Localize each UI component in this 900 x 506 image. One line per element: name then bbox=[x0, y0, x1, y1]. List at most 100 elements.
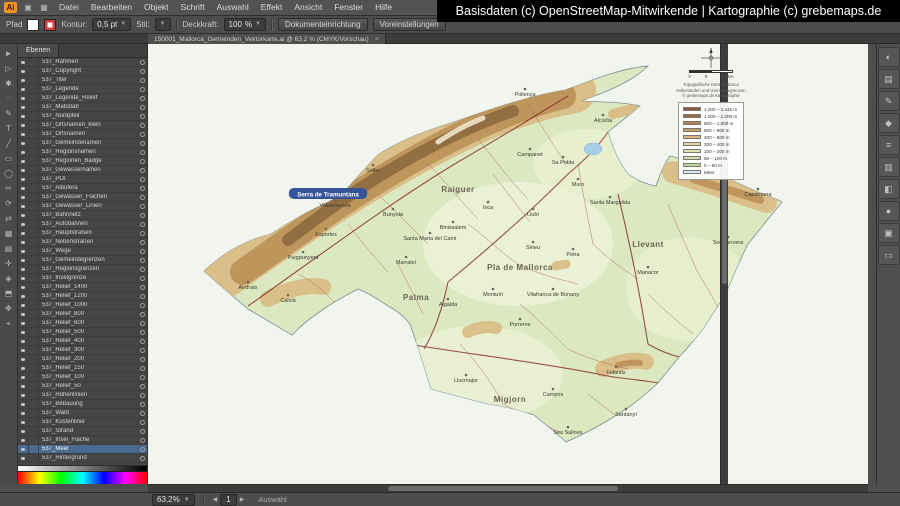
target-circle-icon[interactable] bbox=[138, 276, 147, 281]
visibility-eye-icon[interactable] bbox=[18, 418, 29, 426]
target-circle-icon[interactable] bbox=[138, 366, 147, 371]
visibility-eye-icon[interactable] bbox=[18, 202, 29, 210]
lock-toggle[interactable] bbox=[29, 400, 39, 408]
swatches-panel-icon[interactable]: ▤ bbox=[878, 69, 900, 89]
lock-toggle[interactable] bbox=[29, 103, 39, 111]
lock-toggle[interactable] bbox=[29, 58, 39, 66]
target-circle-icon[interactable] bbox=[138, 213, 147, 218]
target-circle-icon[interactable] bbox=[138, 96, 147, 101]
previous-artboard-icon[interactable]: ◀ bbox=[213, 496, 218, 503]
layer-row[interactable]: 537_Relief_400 bbox=[18, 337, 147, 346]
ellipse-tool[interactable]: ◯ bbox=[1, 166, 17, 181]
menu-bearbeiten[interactable]: Bearbeiten bbox=[85, 0, 138, 15]
close-icon[interactable]: × bbox=[375, 36, 379, 43]
layer-row[interactable]: 537_Copyright bbox=[18, 67, 147, 76]
lock-toggle[interactable] bbox=[29, 364, 39, 372]
target-circle-icon[interactable] bbox=[138, 78, 147, 83]
lock-toggle[interactable] bbox=[29, 112, 39, 120]
layer-row[interactable]: 537_Nebenstraßen bbox=[18, 238, 147, 247]
layer-row[interactable]: 537_Wald bbox=[18, 409, 147, 418]
artboard-tool[interactable]: ⬒ bbox=[1, 286, 17, 301]
visibility-eye-icon[interactable] bbox=[18, 400, 29, 408]
target-circle-icon[interactable] bbox=[138, 123, 147, 128]
visibility-eye-icon[interactable] bbox=[18, 409, 29, 417]
stroke-swatch[interactable] bbox=[44, 19, 56, 31]
target-circle-icon[interactable] bbox=[138, 393, 147, 398]
lock-toggle[interactable] bbox=[29, 85, 39, 93]
horizontal-scrollbar[interactable] bbox=[148, 484, 868, 492]
mesh-tool[interactable]: ▦ bbox=[1, 226, 17, 241]
layer-row[interactable]: 537_Regionen_Badge bbox=[18, 157, 147, 166]
lock-toggle[interactable] bbox=[29, 148, 39, 156]
layer-row[interactable]: 537_Insel_Fläche bbox=[18, 436, 147, 445]
tab-layers[interactable]: Ebenen bbox=[18, 44, 59, 57]
lock-toggle[interactable] bbox=[29, 256, 39, 264]
visibility-eye-icon[interactable] bbox=[18, 67, 29, 75]
layer-row[interactable]: 537_Albufera bbox=[18, 184, 147, 193]
lock-toggle[interactable] bbox=[29, 292, 39, 300]
visibility-eye-icon[interactable] bbox=[18, 265, 29, 273]
visibility-eye-icon[interactable] bbox=[18, 157, 29, 165]
visibility-eye-icon[interactable] bbox=[18, 112, 29, 120]
layer-row[interactable]: 537_Relief_200 bbox=[18, 355, 147, 364]
artboard-number[interactable]: 1 bbox=[220, 494, 236, 506]
visibility-eye-icon[interactable] bbox=[18, 220, 29, 228]
target-circle-icon[interactable] bbox=[138, 231, 147, 236]
menu-hilfe[interactable]: Hilfe bbox=[369, 0, 398, 15]
visibility-eye-icon[interactable] bbox=[18, 58, 29, 66]
visibility-eye-icon[interactable] bbox=[18, 193, 29, 201]
artboards-panel-icon[interactable]: ▭ bbox=[878, 245, 900, 265]
menu-datei[interactable]: Datei bbox=[53, 0, 85, 15]
eyedropper-tool[interactable]: ✛ bbox=[1, 256, 17, 271]
visibility-eye-icon[interactable] bbox=[18, 184, 29, 192]
visibility-eye-icon[interactable] bbox=[18, 175, 29, 183]
layer-row[interactable]: 537_Bahnnetz bbox=[18, 211, 147, 220]
visibility-eye-icon[interactable] bbox=[18, 211, 29, 219]
target-circle-icon[interactable] bbox=[138, 402, 147, 407]
layer-row[interactable]: 537_Titel bbox=[18, 76, 147, 85]
visibility-eye-icon[interactable] bbox=[18, 364, 29, 372]
visibility-eye-icon[interactable] bbox=[18, 139, 29, 147]
layer-row[interactable]: 537_Relief_600 bbox=[18, 319, 147, 328]
lock-toggle[interactable] bbox=[29, 94, 39, 102]
target-circle-icon[interactable] bbox=[138, 204, 147, 209]
layer-row[interactable]: 537_Relief_1000 bbox=[18, 301, 147, 310]
menu-fenster[interactable]: Fenster bbox=[328, 0, 369, 15]
target-circle-icon[interactable] bbox=[138, 429, 147, 434]
layer-row[interactable]: 537_Meer bbox=[18, 445, 147, 454]
target-circle-icon[interactable] bbox=[138, 69, 147, 74]
lock-toggle[interactable] bbox=[29, 265, 39, 273]
visibility-eye-icon[interactable] bbox=[18, 310, 29, 318]
color-panel-icon[interactable]: ◐ bbox=[878, 47, 900, 67]
layer-row[interactable]: 537_Regionsnamen bbox=[18, 148, 147, 157]
visibility-eye-icon[interactable] bbox=[18, 229, 29, 237]
layer-row[interactable]: 537_Gemeindegrenzen bbox=[18, 256, 147, 265]
visibility-eye-icon[interactable] bbox=[18, 256, 29, 264]
lock-toggle[interactable] bbox=[29, 445, 39, 453]
target-circle-icon[interactable] bbox=[138, 294, 147, 299]
target-circle-icon[interactable] bbox=[138, 447, 147, 452]
visibility-eye-icon[interactable] bbox=[18, 319, 29, 327]
layer-row[interactable]: 537_Küstenlinie bbox=[18, 418, 147, 427]
layer-row[interactable]: 537_Maßstab bbox=[18, 103, 147, 112]
target-circle-icon[interactable] bbox=[138, 267, 147, 272]
color-spectrum[interactable] bbox=[18, 471, 147, 484]
layer-row[interactable]: 537_Relief_150 bbox=[18, 364, 147, 373]
layer-row[interactable]: 537_Relief_300 bbox=[18, 346, 147, 355]
layer-row[interactable]: 537_Gewässernamen bbox=[18, 166, 147, 175]
next-artboard-icon[interactable]: ▶ bbox=[240, 496, 245, 503]
visibility-eye-icon[interactable] bbox=[18, 355, 29, 363]
visibility-eye-icon[interactable] bbox=[18, 76, 29, 84]
lock-toggle[interactable] bbox=[29, 283, 39, 291]
hand-tool[interactable]: ✥ bbox=[1, 301, 17, 316]
layer-row[interactable]: 537_Strand bbox=[18, 427, 147, 436]
scale-tool[interactable]: ⇄ bbox=[1, 211, 17, 226]
layer-row[interactable]: 537_Relief_50 bbox=[18, 382, 147, 391]
lock-toggle[interactable] bbox=[29, 193, 39, 201]
layer-row[interactable]: 537_Ortsnamen bbox=[18, 130, 147, 139]
layer-row[interactable]: 537_Gewässer_Linien bbox=[18, 202, 147, 211]
target-circle-icon[interactable] bbox=[138, 150, 147, 155]
lock-toggle[interactable] bbox=[29, 337, 39, 345]
gradient-panel-icon[interactable]: ▥ bbox=[878, 157, 900, 177]
zoom-level-dropdown[interactable]: 63,2%▼ bbox=[152, 494, 195, 506]
